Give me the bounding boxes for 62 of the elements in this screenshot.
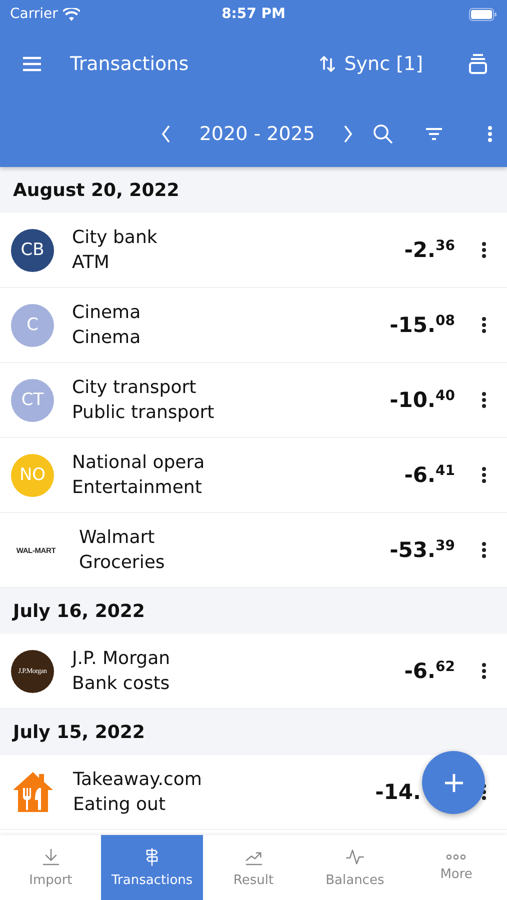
sort-arrows-icon (320, 55, 336, 73)
amount: -15.$^{08}$ (390, 313, 455, 337)
next-icon[interactable] (343, 124, 353, 142)
amount: -10.$^{40}$ (390, 388, 455, 412)
payee-name: City bank (72, 227, 158, 248)
tab[interactable]: More (406, 835, 507, 900)
category-label: Groceries (79, 552, 166, 573)
transaction-row[interactable]: NO National opera Entertainment -6.$^{41}$ (0, 438, 507, 513)
initials-avatar: CT (11, 378, 54, 422)
amount: -6.$^{62}$ (404, 659, 455, 683)
payee-name: J.P. Morgan (72, 648, 172, 669)
category-label: Cinema (72, 327, 142, 348)
tab[interactable]: Result (202, 835, 304, 900)
amount: -2.$^{36}$ (404, 238, 455, 262)
row-menu-icon[interactable] (481, 541, 487, 559)
transaction-row[interactable]: C Cinema Cinema -15.$^{08}$ (0, 288, 507, 363)
row-menu-icon[interactable] (481, 391, 487, 409)
initials-avatar: NO (11, 454, 54, 496)
plus-icon (442, 772, 464, 794)
initials-avatar: CB (11, 228, 54, 272)
download-icon (40, 847, 61, 867)
transaction-row[interactable]: CT City transport Public transport -10.$^{40}$ (0, 363, 507, 438)
category-label: Bank costs (72, 673, 171, 694)
amount: -14. (375, 780, 421, 804)
previous-icon[interactable] (161, 124, 172, 142)
payee-name: City transport (72, 377, 198, 398)
category-label: Entertainment (72, 477, 203, 498)
row-menu-icon[interactable] (481, 662, 487, 680)
battery-icon (469, 8, 498, 20)
payee-name: Takeaway.com (73, 769, 203, 790)
amount: -6.$^{41}$ (404, 463, 455, 487)
tab[interactable]: Import (0, 835, 102, 900)
search-icon[interactable] (373, 124, 393, 144)
pulse-icon (344, 847, 365, 867)
transaction-row[interactable]: CB City bank ATM -2.$^{36}$ (0, 213, 507, 288)
status-time: 8:57 PM (222, 6, 286, 22)
date-header: July 15, 2022 (0, 709, 507, 755)
stack-icon[interactable] (467, 53, 489, 75)
payee-name: National opera (72, 452, 206, 473)
category-label: Public transport (72, 402, 216, 423)
payee-name: Cinema (72, 302, 142, 323)
period-label: 2020 - 2025 (199, 122, 315, 144)
tab[interactable]: Balances (304, 835, 406, 900)
more-icon (445, 853, 468, 861)
row-menu-icon[interactable] (481, 316, 487, 334)
tab[interactable]: Transactions (101, 835, 203, 900)
carrier-label: Carrier (10, 6, 58, 22)
wifi-icon (62, 8, 80, 20)
payee-name: Walmart (79, 527, 156, 548)
overflow-menu-icon[interactable] (487, 124, 493, 142)
row-menu-icon[interactable] (481, 241, 487, 259)
screen-title: Transactions (70, 53, 190, 75)
category-label: ATM (72, 252, 110, 273)
amount: -53.$^{39}$ (390, 538, 455, 562)
sync-button[interactable]: Sync [1] (320, 53, 423, 75)
filter-icon[interactable] (425, 126, 443, 140)
initials-avatar: C (11, 304, 54, 346)
category-label: Eating out (73, 794, 166, 815)
row-menu-icon[interactable] (481, 466, 487, 484)
date-header: August 20, 2022 (0, 167, 507, 213)
menu-icon[interactable] (22, 56, 42, 72)
date-header: July 16, 2022 (0, 588, 507, 634)
